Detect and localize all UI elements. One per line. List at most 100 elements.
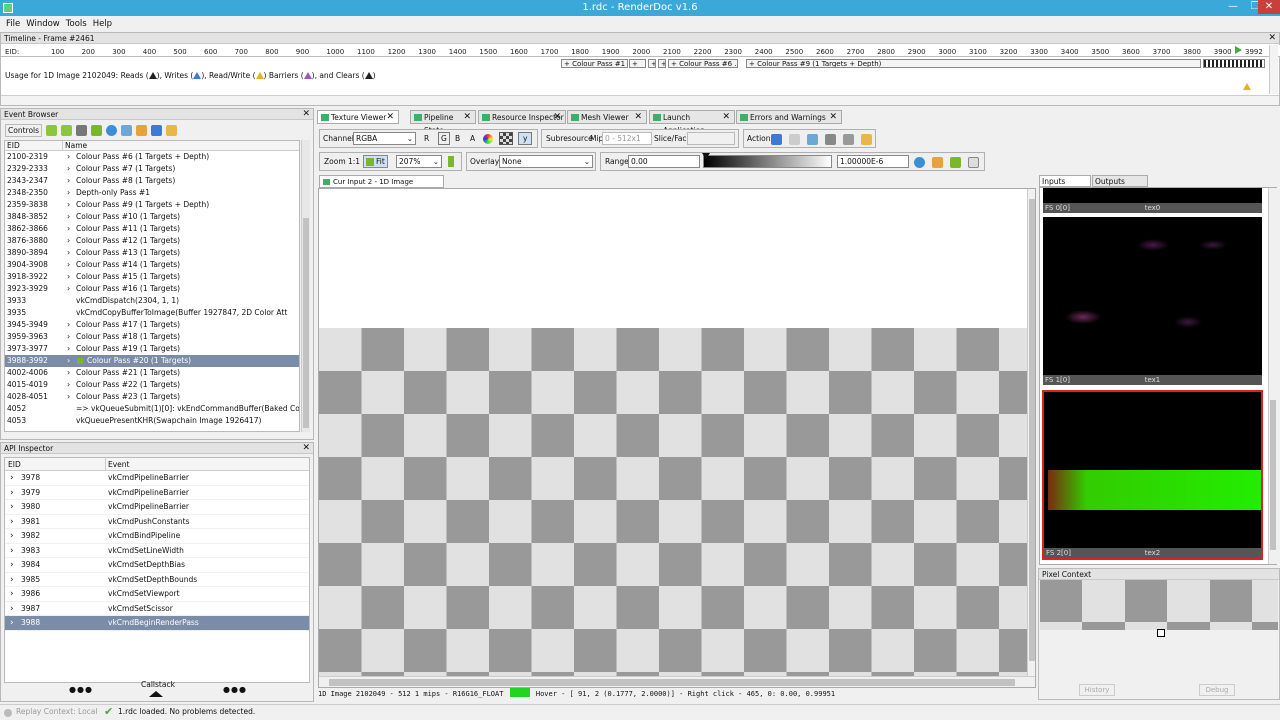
expand-chevron-icon[interactable]: › (10, 573, 14, 588)
event-tree-scroll-thumb[interactable] (303, 218, 309, 428)
timeline-pass[interactable]: + Colour Pass #6 ... (668, 59, 738, 68)
event-row[interactable]: 4002-4006 › Colour Pass #21 (1 Targets) (5, 367, 299, 379)
event-row[interactable]: 2348-2350 › Depth-only Pass #1 (5, 187, 299, 199)
color-wheel-icon[interactable] (483, 134, 493, 144)
channel-b-toggle[interactable]: B (455, 130, 460, 147)
forward-arrow-icon[interactable] (61, 124, 73, 136)
back-arrow-icon[interactable] (46, 124, 58, 136)
tab-resource-inspector[interactable]: Resource Inspector ✕ (478, 110, 566, 124)
view-vscrollbar[interactable] (1027, 189, 1035, 676)
copy-icon[interactable] (789, 134, 800, 145)
callstack-label[interactable]: Callstack (141, 680, 175, 689)
col-event-header[interactable]: Event (105, 458, 130, 471)
save-texture-icon[interactable] (771, 134, 782, 145)
expand-chevron-icon[interactable]: › (67, 151, 70, 163)
overlay-select[interactable]: None ⌄ (499, 155, 593, 168)
event-row[interactable]: 3973-3977 › Colour Pass #19 (1 Targets) (5, 343, 299, 355)
col-name-header[interactable]: Name (62, 141, 87, 151)
event-row[interactable]: 4053 vkQueuePresentKHR(Swapchain Image 19… (5, 415, 299, 427)
checkerboard-toggle-icon[interactable] (499, 132, 513, 145)
timeline-hscrollbar[interactable] (1, 95, 1279, 105)
expand-chevron-icon[interactable]: › (67, 223, 70, 235)
timeline-pass[interactable]: + (648, 59, 656, 68)
api-event-list[interactable]: EID Event › 3978 vkCmdPipelineBarrier › 3979… (4, 457, 310, 683)
texture-view[interactable] (318, 188, 1036, 688)
y-flip-toggle[interactable]: y (518, 132, 533, 145)
goto-location-icon[interactable] (825, 134, 836, 145)
channel-r-toggle[interactable]: R (424, 130, 429, 147)
range-min-input[interactable]: 0.00 (628, 155, 700, 168)
bookmark-flag-icon[interactable] (91, 124, 103, 136)
tab-texture-viewer[interactable]: Texture Viewer ✕ (317, 110, 399, 124)
reset-range-icon[interactable] (950, 157, 961, 168)
expand-chevron-icon[interactable]: › (67, 211, 70, 223)
tab-outputs[interactable]: Outputs (1092, 175, 1148, 187)
timeline-close-icon[interactable]: ✕ (1268, 33, 1276, 43)
viewer-tab[interactable]: Cur Input 2 - 1D Image 2102049 (319, 175, 444, 198)
expand-chevron-icon[interactable]: › (67, 391, 70, 403)
save-icon[interactable] (151, 124, 163, 136)
col-eid-header[interactable]: EID (7, 141, 20, 151)
expand-chevron-icon[interactable]: › (10, 558, 14, 573)
timeline-vscrollbar[interactable] (1269, 45, 1278, 94)
expand-chevron-icon[interactable]: › (67, 367, 70, 379)
menu-window[interactable]: Window (26, 19, 60, 29)
fit-button[interactable]: Fit (363, 155, 388, 168)
event-tree[interactable]: EID Name 2100-2319 › Colour Pass #6 (1 Tar… (4, 140, 300, 432)
channels-select[interactable]: RGBA ⌄ (353, 132, 416, 145)
expand-chevron-icon[interactable]: › (67, 379, 70, 391)
range-min-handle[interactable] (702, 153, 710, 159)
event-row[interactable]: 2329-2333 › Colour Pass #7 (1 Targets) (5, 163, 299, 175)
timeline-pass[interactable]: + (629, 59, 646, 68)
expand-chevron-icon[interactable]: › (10, 515, 14, 530)
thumbnail-tex1[interactable]: FS 1[0] tex1 (1043, 217, 1262, 385)
tab-pipeline-state[interactable]: Pipeline State✕ (410, 110, 476, 135)
history-button[interactable]: History (1079, 684, 1115, 696)
event-row[interactable]: 3862-3866 › Colour Pass #11 (1 Targets) (5, 223, 299, 235)
menu-file[interactable]: File (6, 19, 20, 29)
event-row[interactable]: 3918-3922 › Colour Pass #15 (1 Targets) (5, 271, 299, 283)
col-eid-header[interactable]: EID (8, 458, 21, 471)
expand-chevron-icon[interactable]: › (10, 500, 14, 515)
current-event-marker-icon[interactable] (1235, 46, 1242, 54)
api-event-row[interactable]: › 3988 vkCmdBeginRenderPass (5, 616, 309, 631)
view-hscroll-thumb[interactable] (329, 679, 1015, 686)
event-row[interactable]: 3848-3852 › Colour Pass #10 (1 Targets) (5, 211, 299, 223)
zoom-range-icon[interactable] (914, 157, 925, 168)
api-event-row[interactable]: › 3979 vkCmdPipelineBarrier (5, 486, 309, 500)
api-event-row[interactable]: › 3985 vkCmdSetDepthBounds (5, 573, 309, 588)
zoom-one-to-one-button[interactable]: 1:1 (348, 153, 360, 170)
event-row[interactable]: 3959-3963 › Colour Pass #18 (1 Targets) (5, 331, 299, 343)
expand-chevron-icon[interactable]: › (67, 199, 70, 211)
expand-chevron-icon[interactable]: › (10, 587, 14, 602)
expand-chevron-icon[interactable]: › (67, 187, 70, 199)
tab-close-icon[interactable]: ✕ (553, 111, 561, 124)
expand-chevron-icon[interactable]: › (10, 544, 14, 559)
thumbnail-tex2-selected[interactable]: FS 2[0] tex2 (1042, 390, 1263, 560)
zoom-select[interactable]: 207% ⌄ (396, 155, 442, 168)
event-row[interactable]: 3923-3929 › Colour Pass #16 (1 Targets) (5, 283, 299, 295)
menu-tools[interactable]: Tools (66, 19, 87, 29)
range-max-input[interactable]: 1.00000E-6 (837, 155, 909, 168)
api-event-row[interactable]: › 3980 vkCmdPipelineBarrier (5, 500, 309, 515)
expand-chevron-icon[interactable]: › (10, 529, 14, 544)
event-browser-close-icon[interactable]: ✕ (302, 109, 310, 119)
api-event-row[interactable]: › 3986 vkCmdSetViewport (5, 587, 309, 602)
event-row[interactable]: 4052 => vkQueueSubmit(1)[0]: vkEndCommand… (5, 403, 299, 415)
expand-chevron-icon[interactable]: › (10, 616, 14, 631)
api-event-row[interactable]: › 3982 vkCmdBindPipeline (5, 529, 309, 544)
event-row[interactable]: 4015-4019 › Colour Pass #22 (1 Targets) (5, 379, 299, 391)
find-icon[interactable] (76, 124, 88, 136)
timeline-pass[interactable]: + (658, 59, 666, 68)
event-row[interactable]: 3876-3880 › Colour Pass #12 (1 Targets) (5, 235, 299, 247)
expand-chevron-icon[interactable]: › (67, 271, 70, 283)
event-row[interactable]: 2359-3838 › Colour Pass #9 (1 Targets + De… (5, 199, 299, 211)
event-tree-scrollbar[interactable] (301, 140, 310, 432)
settings-icon[interactable] (136, 124, 148, 136)
tab-errors-and-warnings[interactable]: Errors and Warnings ✕ (736, 110, 842, 124)
tab-close-icon[interactable]: ✕ (386, 111, 394, 124)
expand-chevron-icon[interactable]: › (67, 283, 70, 295)
view-hscrollbar[interactable] (319, 676, 1035, 687)
thumbnail-tex0[interactable]: FS 0[0] tex0 (1043, 188, 1262, 213)
timeline-pass[interactable]: + Colour Pass #1 ... (561, 59, 628, 68)
